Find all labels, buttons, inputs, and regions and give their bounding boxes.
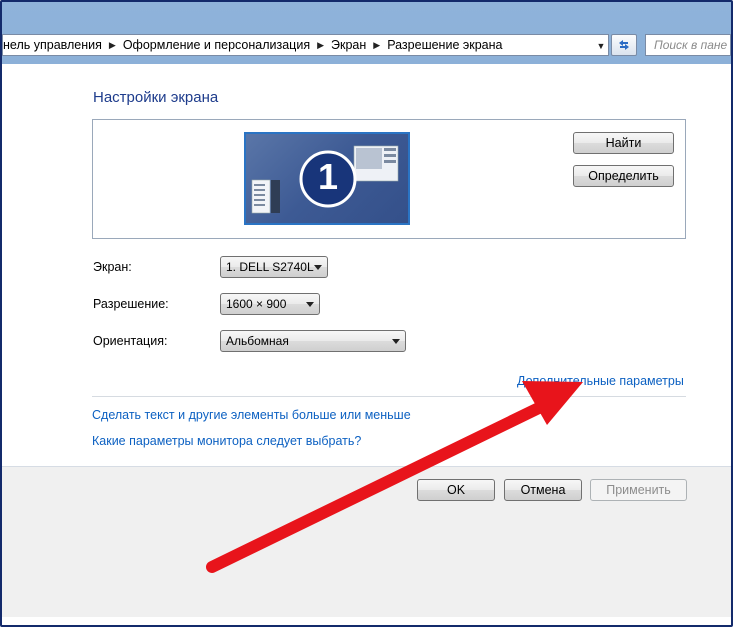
orientation-select-value: Альбомная: [226, 334, 289, 348]
orientation-select[interactable]: Альбомная: [220, 330, 406, 352]
breadcrumb-label: нель управления: [3, 38, 102, 52]
monitor-thumbnail[interactable]: 1: [244, 132, 410, 225]
find-button[interactable]: Найти: [573, 132, 674, 154]
breadcrumb-appearance[interactable]: Оформление и персонализация ▶: [123, 38, 331, 52]
breadcrumb-arrow-icon[interactable]: ▶: [109, 40, 116, 51]
advanced-settings-link[interactable]: Дополнительные параметры: [517, 374, 684, 388]
orientation-label: Ориентация:: [93, 334, 168, 348]
breadcrumb-display[interactable]: Экран ▶: [331, 38, 387, 52]
breadcrumb-resolution[interactable]: Разрешение экрана: [387, 38, 502, 52]
monitor-number-label: 1: [317, 156, 339, 197]
address-bar[interactable]: нель управления ▶ Оформление и персонализ…: [2, 34, 609, 56]
breadcrumb-arrow-icon[interactable]: ▶: [373, 40, 380, 51]
breadcrumb-label: Экран: [331, 38, 367, 52]
chevron-down-icon: [306, 302, 314, 307]
resolution-label: Разрешение:: [93, 297, 169, 311]
breadcrumb-arrow-icon[interactable]: ▶: [317, 40, 324, 51]
identify-button[interactable]: Определить: [573, 165, 674, 187]
apply-button[interactable]: Применить: [590, 479, 687, 501]
display-select[interactable]: 1. DELL S2740L: [220, 256, 328, 278]
address-history-dropdown-icon[interactable]: ▼: [594, 40, 608, 52]
chevron-down-icon: [314, 265, 322, 270]
breadcrumb-control-panel[interactable]: нель управления ▶: [3, 38, 123, 52]
search-input[interactable]: Поиск в пане: [645, 34, 731, 56]
refresh-icon: [619, 40, 629, 50]
ok-button[interactable]: OK: [417, 479, 495, 501]
breadcrumb-label: Оформление и персонализация: [122, 38, 311, 52]
refresh-button[interactable]: [611, 34, 637, 56]
resolution-select[interactable]: 1600 × 900: [220, 293, 320, 315]
page-title: Настройки экрана: [93, 89, 219, 106]
chevron-down-icon: [392, 339, 400, 344]
text-size-link[interactable]: Сделать текст и другие элементы больше и…: [92, 408, 411, 422]
section-divider: [92, 396, 686, 397]
monitor-help-link[interactable]: Какие параметры монитора следует выбрать…: [92, 434, 361, 448]
display-select-value: 1. DELL S2740L: [226, 260, 314, 274]
display-label: Экран:: [93, 260, 132, 274]
resolution-select-value: 1600 × 900: [226, 297, 287, 311]
breadcrumb-label: Разрешение экрана: [387, 38, 503, 52]
cancel-button[interactable]: Отмена: [504, 479, 582, 501]
